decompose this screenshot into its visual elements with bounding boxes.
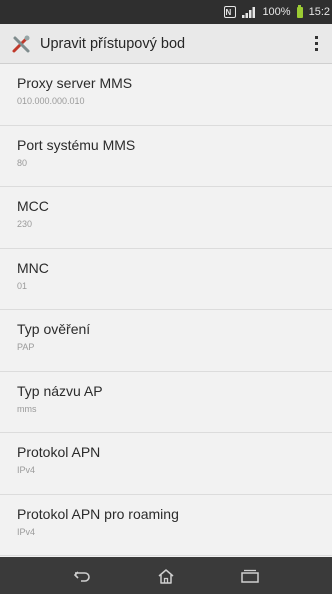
battery-icon <box>296 4 303 18</box>
setting-item-proxy-server-mms[interactable]: Proxy server MMS 010.000.000.010 <box>0 64 332 126</box>
setting-item-apn-roaming-protocol[interactable]: Protokol APN pro roaming IPv4 <box>0 495 332 556</box>
setting-title: Protokol APN pro roaming <box>17 505 179 522</box>
signal-icon <box>242 6 256 18</box>
nfc-icon: N <box>224 6 237 18</box>
setting-title: Port systému MMS <box>17 136 136 153</box>
back-button[interactable] <box>62 557 102 594</box>
setting-item-mcc[interactable]: MCC 230 <box>0 187 332 249</box>
recent-apps-icon <box>241 569 259 583</box>
home-icon <box>158 568 174 584</box>
battery-percent: 100% <box>262 6 291 18</box>
status-time: 15:2 <box>308 6 330 18</box>
setting-value: IPv4 <box>17 526 36 537</box>
home-button[interactable] <box>146 557 186 594</box>
setting-value: PAP <box>17 342 35 352</box>
page-title: Upravit přístupový bod <box>40 35 186 52</box>
setting-title: Proxy server MMS <box>17 75 133 91</box>
setting-title: Typ názvu AP <box>17 382 103 399</box>
settings-list: Proxy server MMS 010.000.000.010 Port sy… <box>0 64 332 557</box>
setting-value: IPv4 <box>17 465 36 475</box>
setting-title: Protokol APN <box>17 444 101 460</box>
setting-title: MNC <box>17 259 49 276</box>
setting-item-mnc[interactable]: MNC 01 <box>0 249 332 310</box>
setting-item-auth-type[interactable]: Typ ověření PAP <box>0 310 332 372</box>
overflow-menu-icon <box>314 36 318 39</box>
setting-value: 01 <box>17 280 28 291</box>
setting-item-apn-protocol[interactable]: Protokol APN IPv4 <box>0 433 332 495</box>
setting-item-apn-type[interactable]: Typ názvu AP mms <box>0 372 332 433</box>
setting-value: mms <box>17 403 37 414</box>
overflow-menu-button[interactable] <box>302 24 330 64</box>
recent-apps-button[interactable] <box>230 557 270 594</box>
setting-title: Typ ověření <box>17 321 91 337</box>
tools-icon[interactable] <box>10 33 32 55</box>
action-bar: Upravit přístupový bod <box>0 24 332 64</box>
navigation-bar <box>0 557 332 594</box>
setting-value: 230 <box>17 219 33 229</box>
back-icon <box>73 570 90 582</box>
setting-item-port-mms[interactable]: Port systému MMS 80 <box>0 126 332 187</box>
status-bar: N 100% 15:2 <box>0 0 332 24</box>
setting-value: 010.000.000.010 <box>17 96 85 106</box>
setting-value: 80 <box>17 157 28 168</box>
setting-title: MCC <box>17 198 49 214</box>
